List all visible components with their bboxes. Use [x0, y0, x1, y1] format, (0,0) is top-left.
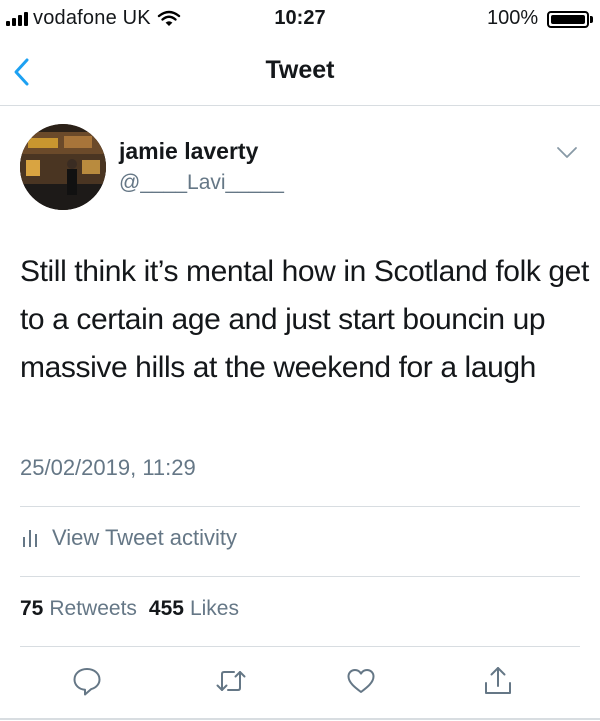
- view-tweet-activity-label: View Tweet activity: [52, 525, 238, 550]
- tweet-timestamp: 25/02/2019, 11:29: [20, 455, 196, 480]
- divider: [20, 646, 580, 647]
- avatar-photo: [20, 124, 106, 210]
- nav-bar: Tweet: [0, 36, 600, 106]
- bottom-divider: [0, 718, 600, 720]
- divider: [20, 506, 580, 507]
- battery-icon: [547, 11, 589, 28]
- tweet-stats: 75 Retweets 455 Likes: [20, 597, 239, 621]
- battery-percentage: 100%: [487, 7, 539, 29]
- bar-chart-icon: [23, 530, 37, 547]
- chevron-down-icon[interactable]: [556, 146, 578, 160]
- view-tweet-activity-button[interactable]: View Tweet activity: [20, 525, 237, 551]
- author-name[interactable]: jamie laverty: [119, 138, 258, 165]
- likes-stat[interactable]: 455 Likes: [149, 597, 239, 621]
- retweets-count: 75: [20, 597, 44, 620]
- retweet-icon[interactable]: [215, 665, 247, 697]
- avatar[interactable]: [20, 124, 106, 210]
- battery-nub: [590, 16, 593, 23]
- author-handle[interactable]: @____Lavi_____: [119, 171, 284, 195]
- divider: [20, 576, 580, 577]
- reply-icon[interactable]: [71, 665, 103, 697]
- like-icon[interactable]: [345, 665, 377, 697]
- status-bar: vodafone UK 10:27 100%: [0, 0, 600, 36]
- likes-count: 455: [148, 597, 184, 620]
- likes-label: Likes: [189, 597, 239, 620]
- share-icon[interactable]: [482, 665, 514, 697]
- tweet-text: Still think it’s mental how in Scotland …: [20, 255, 589, 384]
- retweets-label: Retweets: [49, 597, 137, 620]
- page-title: Tweet: [265, 56, 335, 84]
- retweets-stat[interactable]: 75 Retweets: [20, 597, 137, 621]
